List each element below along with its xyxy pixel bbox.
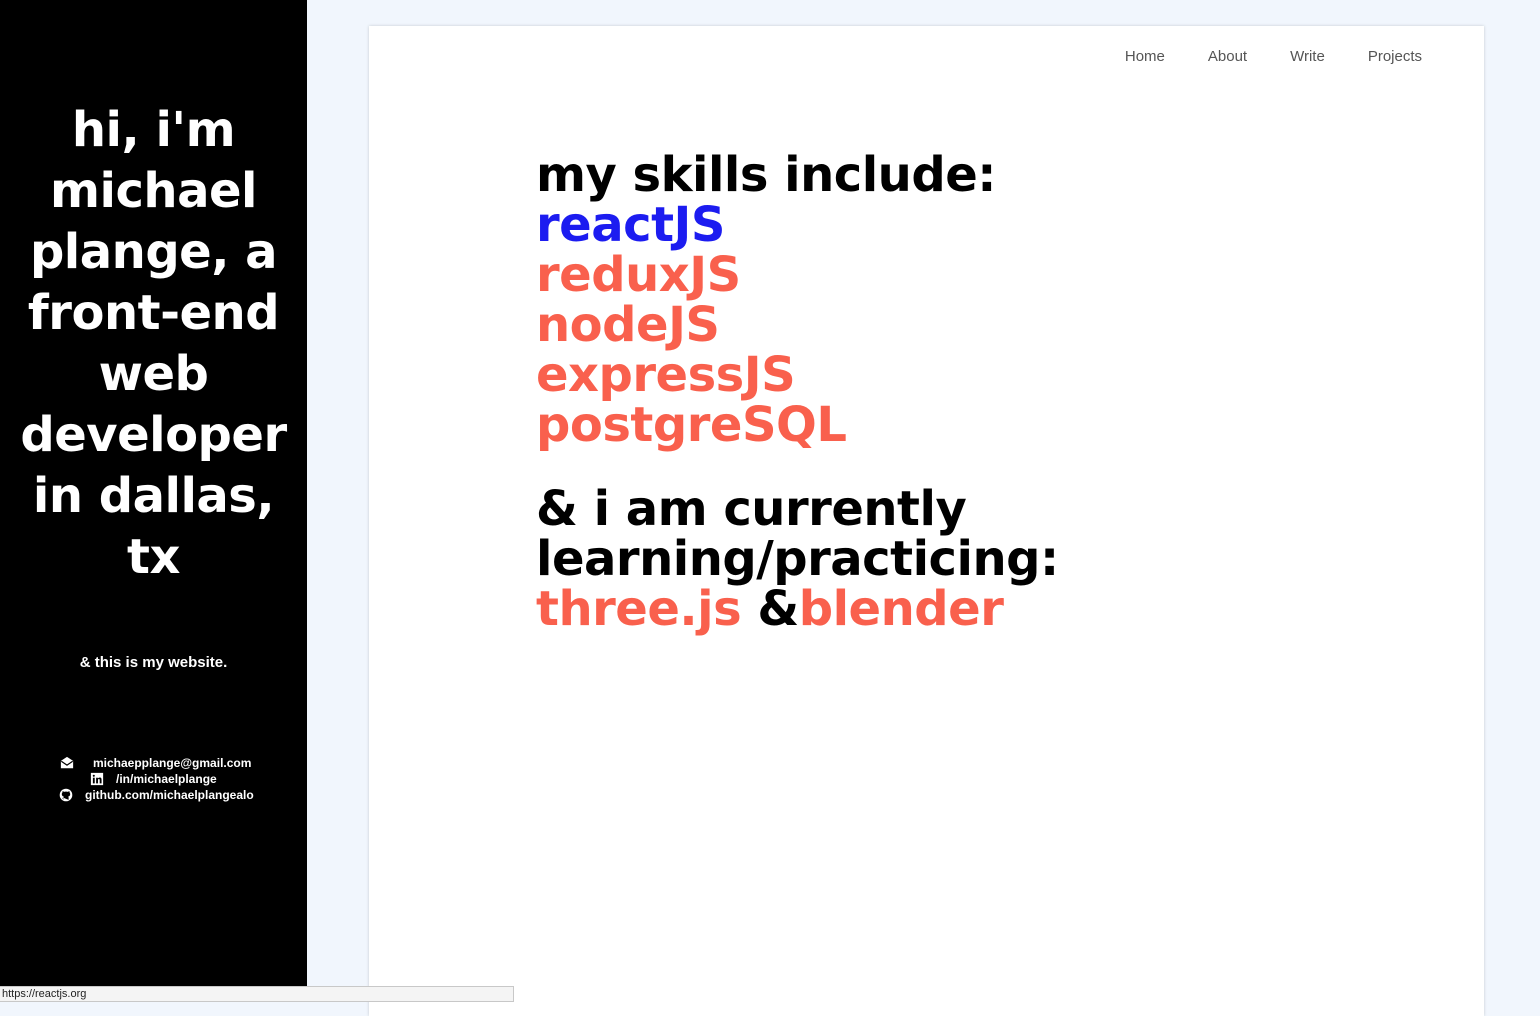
learn-link-blender[interactable]: blender [799, 581, 1004, 637]
learning-items: three.js &blender [536, 584, 1059, 634]
intro-line: michael [50, 163, 258, 219]
intro-line: tx [127, 529, 180, 585]
nav-projects[interactable]: Projects [1368, 48, 1422, 65]
contact-github[interactable]: github.com/michaelplangealo [58, 787, 258, 803]
learning-heading: & i am currently learning/practicing: [536, 484, 1059, 584]
skill-link-reactjs[interactable]: reactJS [536, 200, 1059, 250]
github-icon [59, 788, 73, 802]
skill-link-postgresql[interactable]: postgreSQL [536, 400, 1059, 450]
nav-write[interactable]: Write [1290, 48, 1325, 65]
linkedin-icon [90, 772, 104, 786]
skill-link-expressjs[interactable]: expressJS [536, 350, 1059, 400]
contact-list: michaepplange@gmail.com /in/michaelplang… [58, 755, 258, 803]
learning-separator: & [757, 581, 799, 637]
skill-link-reduxjs[interactable]: reduxJS [536, 250, 1059, 300]
nav-home[interactable]: Home [1125, 48, 1165, 65]
learning-heading-line: & i am currently [536, 481, 967, 537]
learning-heading-line: learning/practicing: [536, 531, 1059, 587]
intro-line: web [98, 346, 209, 402]
github-link[interactable]: github.com/michaelplangealo [85, 787, 254, 803]
linkedin-link[interactable]: /in/michaelplange [116, 771, 217, 787]
intro-line: in dallas, [32, 468, 275, 524]
skills-section: my skills include: reactJS reduxJS nodeJ… [536, 150, 1059, 634]
contact-email[interactable]: michaepplange@gmail.com [58, 755, 258, 771]
browser-status-bar: https://reactjs.org [0, 986, 514, 1002]
skills-heading: my skills include: [536, 147, 996, 203]
sidebar: hi, i'm michael plange, a front-end web … [0, 0, 307, 1002]
tagline: & this is my website. [79, 654, 228, 671]
email-link[interactable]: michaepplange@gmail.com [93, 755, 251, 771]
top-nav: Home About Write Projects [1082, 48, 1422, 65]
intro-line: developer [20, 407, 287, 463]
intro-heading: hi, i'm michael plange, a front-end web … [0, 100, 307, 588]
intro-line: hi, i'm [71, 102, 236, 158]
learn-link-threejs[interactable]: three.js [536, 581, 742, 637]
skill-link-nodejs[interactable]: nodeJS [536, 300, 1059, 350]
nav-about[interactable]: About [1208, 48, 1247, 65]
intro-line: plange, a [29, 224, 278, 280]
intro-line: front-end [27, 285, 280, 341]
main-card: Home About Write Projects my skills incl… [369, 26, 1484, 1016]
envelope-icon [60, 756, 74, 769]
contact-linkedin[interactable]: /in/michaelplange [58, 771, 258, 787]
